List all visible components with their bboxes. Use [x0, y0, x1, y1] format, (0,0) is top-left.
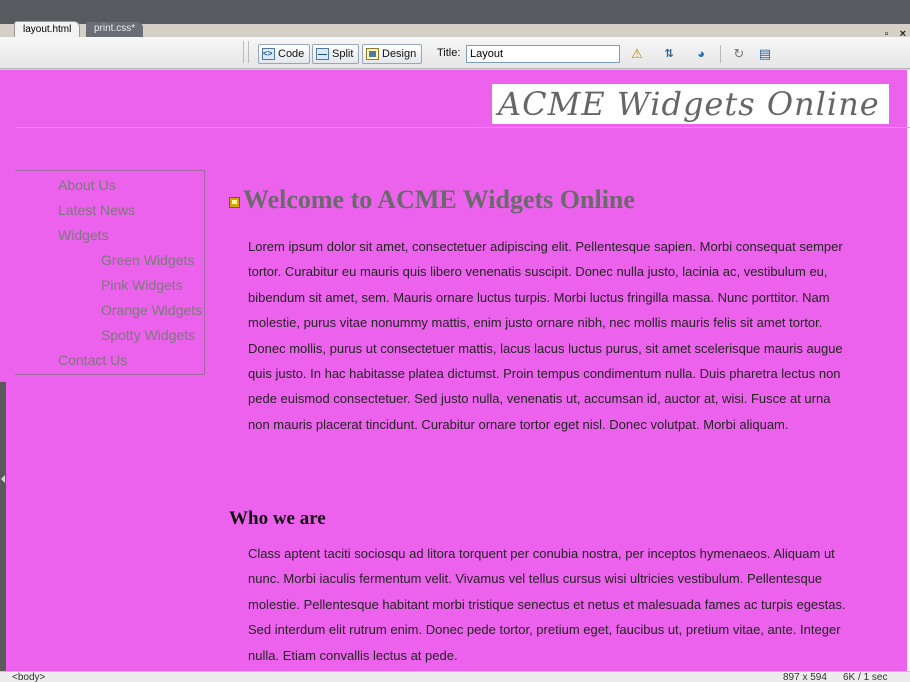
split-view-button[interactable]: Split	[312, 44, 360, 64]
download-stats: 6K / 1 sec	[843, 672, 888, 682]
who-we-are-paragraph: Class aptent taciti sociosqu ad litora t…	[248, 546, 846, 663]
window-size-readout[interactable]: 897 x 594	[783, 672, 827, 682]
nav-spotty-widgets[interactable]: Spotty Widgets	[101, 327, 195, 344]
design-view-label: Design	[382, 48, 417, 60]
toolbar-separator	[720, 45, 721, 63]
nav-orange-widgets[interactable]: Orange Widgets	[101, 302, 202, 319]
code-view-label: Code	[278, 48, 305, 60]
nav-about-us[interactable]: About Us	[58, 177, 116, 194]
check-browser-icon[interactable]: ⚠	[628, 46, 646, 62]
tab-layout-html[interactable]: layout.html	[14, 21, 81, 37]
design-view-button[interactable]: Design	[362, 44, 423, 64]
code-view-button[interactable]: Code	[258, 44, 311, 64]
tab-print-css[interactable]: print.css*	[86, 22, 144, 37]
code-view-icon	[262, 45, 275, 63]
design-view-icon	[366, 48, 379, 60]
refresh-icon[interactable]: ↻	[730, 46, 748, 62]
toolbar-grip[interactable]	[243, 41, 249, 63]
tag-selector[interactable]: <body>	[12, 672, 45, 682]
title-field-label: Title:	[437, 47, 461, 59]
nav-pink-widgets[interactable]: Pink Widgets	[101, 277, 183, 294]
panel-collapse-handle[interactable]	[0, 382, 6, 671]
nav-contact-us[interactable]: Contact Us	[58, 352, 127, 369]
page-heading: Welcome to ACME Widgets Online	[229, 185, 635, 215]
header-divider	[16, 127, 910, 128]
anchor-marker-icon[interactable]	[229, 197, 240, 208]
nav-widgets[interactable]: Widgets	[58, 227, 109, 244]
view-options-icon[interactable]: ▤	[756, 46, 774, 62]
collapse-arrow-icon[interactable]	[1, 475, 5, 483]
split-view-icon	[316, 48, 329, 60]
design-canvas[interactable]: ACME Widgets Online About Us Latest News…	[0, 70, 910, 671]
document-toolbar: Code Split Design Title: ⚠ ⇅ ◕ ↻ ▤	[0, 37, 910, 69]
file-transfer-icon[interactable]: ⇅	[660, 46, 678, 62]
title-input[interactable]	[466, 45, 620, 63]
site-navigation: About Us Latest News Widgets Green Widge…	[15, 170, 205, 375]
page-heading-text: Welcome to ACME Widgets Online	[243, 185, 635, 214]
intro-paragraph: Lorem ipsum dolor sit amet, consectetuer…	[248, 239, 843, 432]
preview-globe-icon[interactable]: ◕	[692, 46, 710, 62]
document-tab-bar	[0, 0, 910, 24]
status-bar: <body> 897 x 594 6K / 1 sec	[0, 671, 910, 682]
nav-green-widgets[interactable]: Green Widgets	[101, 252, 194, 269]
section-heading: Who we are	[229, 508, 326, 529]
site-banner: ACME Widgets Online	[492, 84, 889, 124]
split-view-label: Split	[332, 48, 354, 60]
nav-latest-news[interactable]: Latest News	[58, 202, 135, 219]
